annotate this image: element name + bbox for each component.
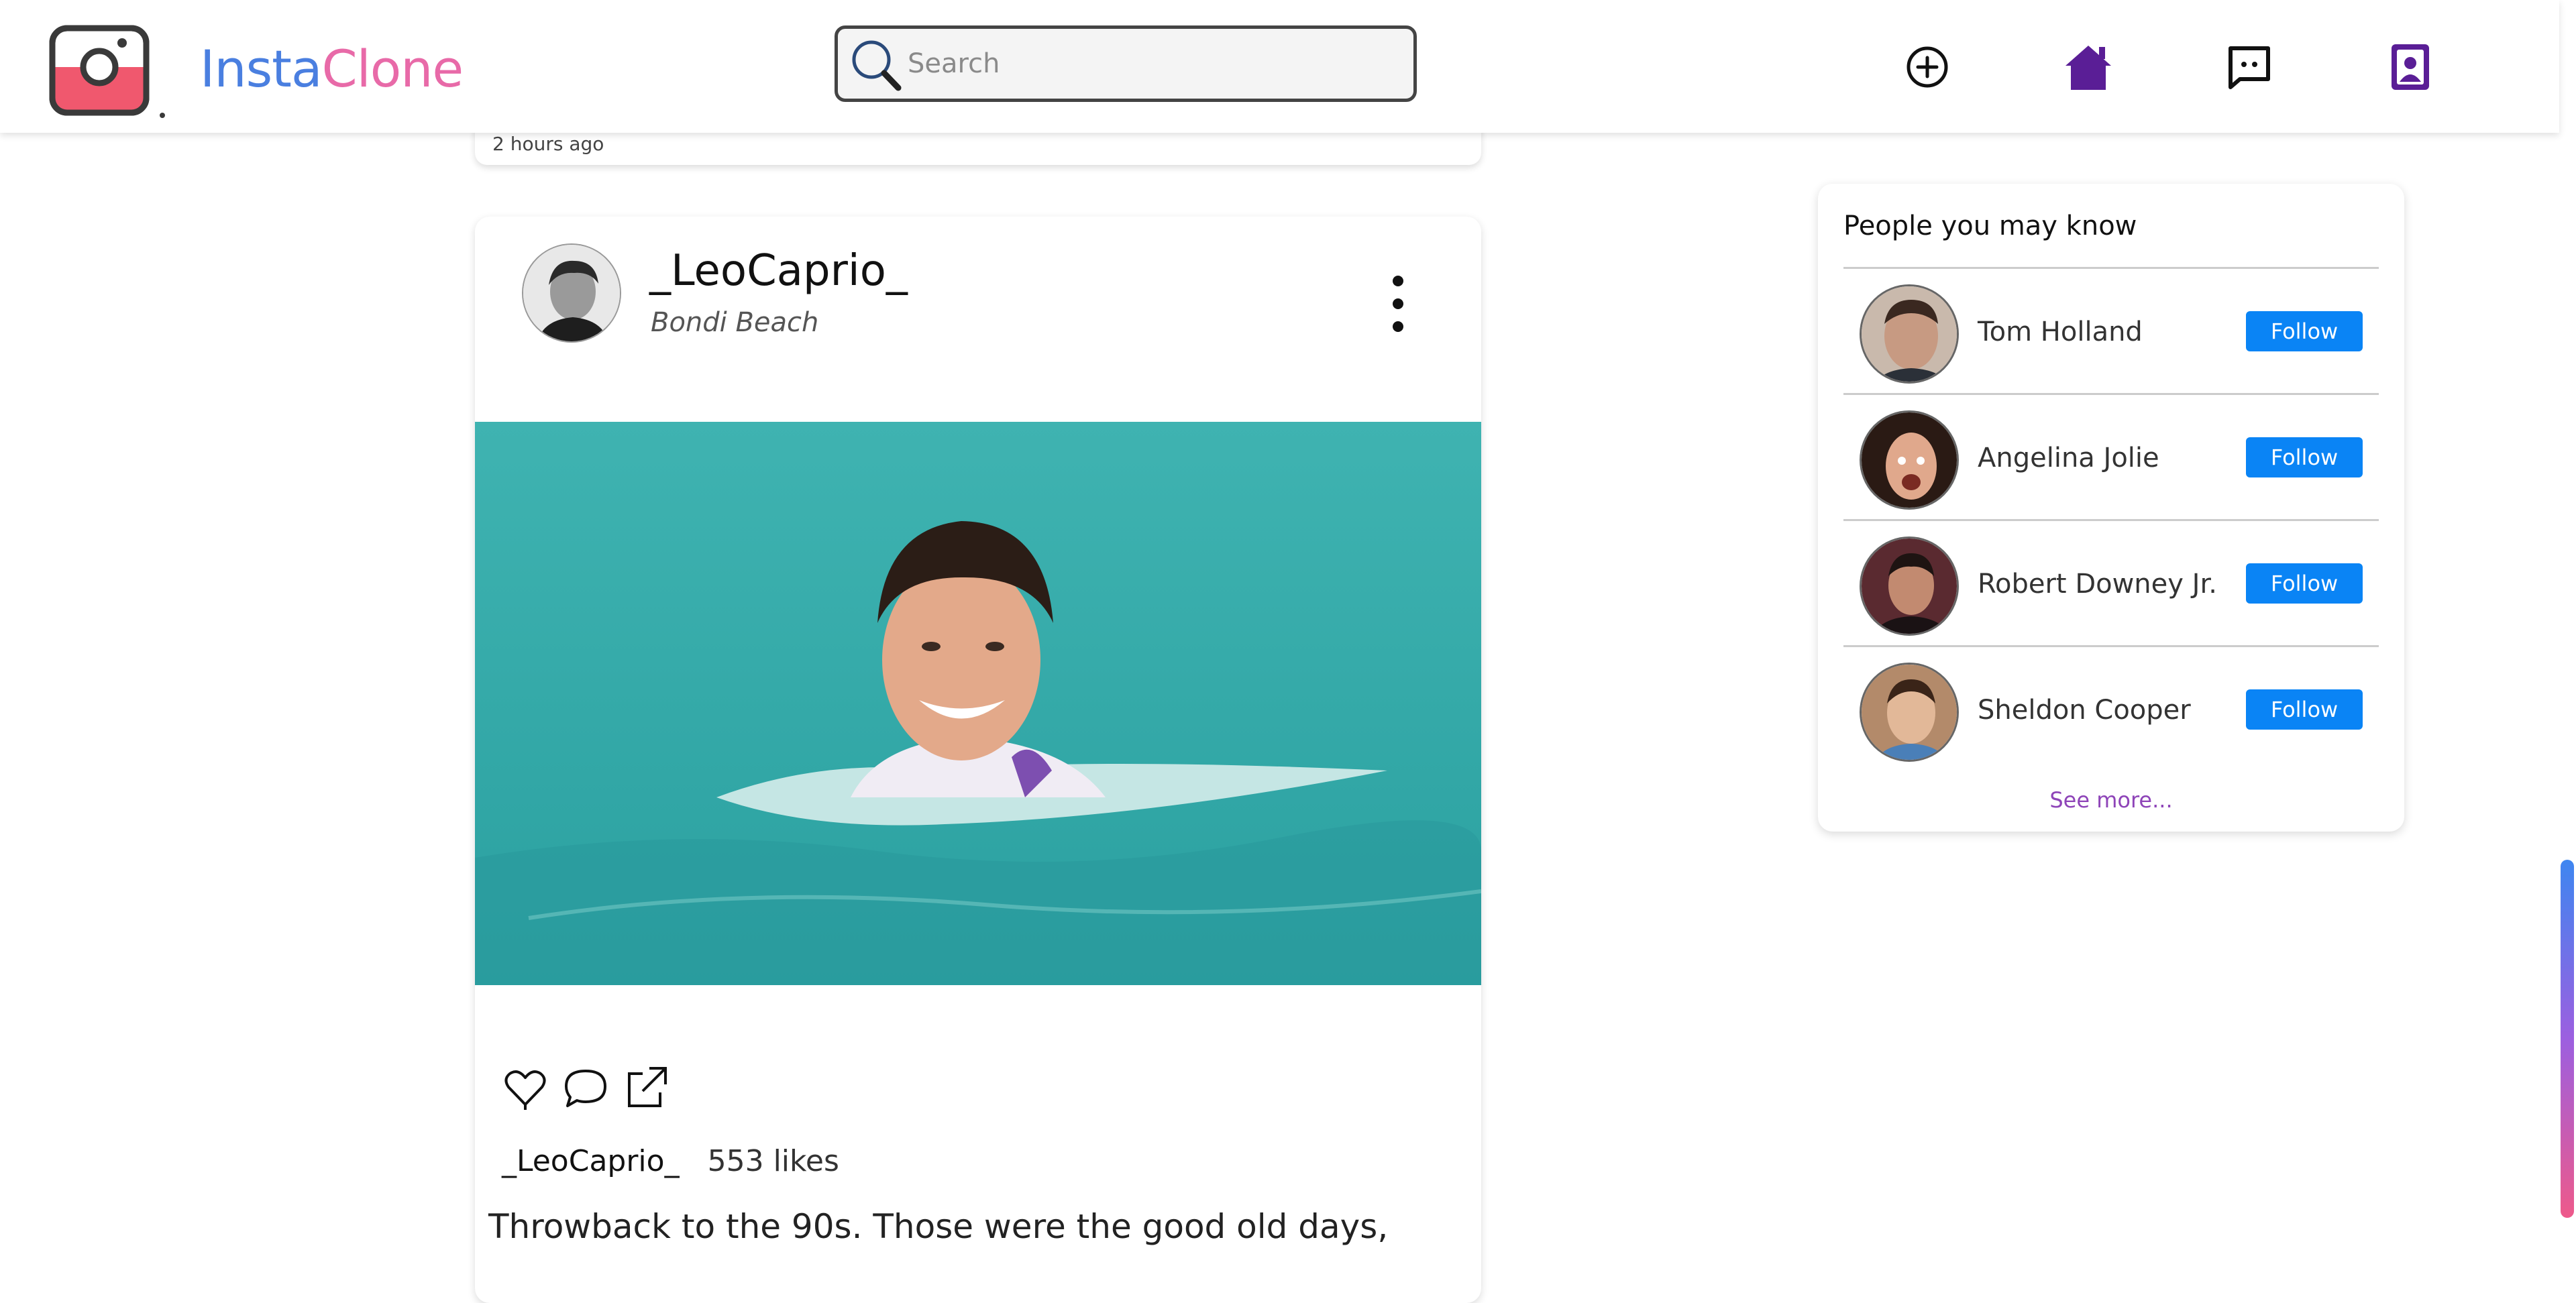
brand-part-clone: Clone [321,39,464,99]
follow-button[interactable]: Follow [2246,563,2363,604]
suggestion-item: Robert Downey Jr. Follow [1843,520,2379,644]
avatar[interactable] [1860,284,1959,384]
likes-row: _LeoCaprio_ 553 likes [502,1144,839,1178]
share-icon[interactable] [623,1064,669,1111]
post-card: _LeoCaprio_ Bondi Beach _LeoCaprio_ 553 … [475,217,1481,1303]
profile-icon[interactable] [2383,40,2437,94]
follow-button[interactable]: Follow [2246,311,2363,351]
suggestion-item: Tom Holland Follow [1843,268,2379,392]
follow-button[interactable]: Follow [2246,437,2363,477]
comment-icon[interactable] [562,1064,609,1111]
avatar[interactable] [1860,663,1959,762]
plus-circle-icon[interactable] [1900,40,1954,94]
like-heart-icon[interactable] [502,1064,549,1111]
suggestion-name[interactable]: Angelina Jolie [1978,443,2159,473]
suggestions-title: People you may know [1843,211,2137,241]
suggestion-name[interactable]: Sheldon Cooper [1978,695,2191,726]
follow-button[interactable]: Follow [2246,689,2363,730]
post-avatar[interactable] [522,243,621,343]
top-navbar: InstaClone [0,0,2559,133]
likes-count[interactable]: 553 likes [708,1144,839,1178]
suggestion-item: Sheldon Cooper Follow [1843,646,2379,770]
search-icon [852,40,902,91]
post-timestamp: 2 hours ago [492,133,604,155]
see-more-link[interactable]: See more... [1818,787,2404,813]
suggestion-name[interactable]: Robert Downey Jr. [1978,569,2217,600]
search-input[interactable] [906,41,1392,87]
brand-part-insta: Insta [200,39,323,99]
search-box[interactable] [835,25,1417,102]
avatar[interactable] [1860,410,1959,510]
suggestions-panel: People you may know Tom Holland Follow A… [1818,184,2404,832]
likes-username[interactable]: _LeoCaprio_ [502,1144,680,1178]
more-options-icon[interactable] [1378,270,1418,337]
suggestion-name[interactable]: Tom Holland [1978,317,2143,347]
brand-name[interactable]: InstaClone [200,39,464,99]
avatar[interactable] [1860,536,1959,636]
post-image[interactable] [475,422,1481,985]
scrollbar-thumb[interactable] [2561,860,2574,1218]
post-location[interactable]: Bondi Beach [651,307,818,338]
home-icon[interactable] [2061,40,2115,94]
post-username[interactable]: _LeoCaprio_ [649,246,908,296]
post-caption: Throwback to the 90s. Those were the goo… [488,1207,1389,1246]
camera-logo-icon[interactable] [48,23,169,120]
chat-icon[interactable] [2222,40,2276,94]
suggestion-item: Angelina Jolie Follow [1843,394,2379,518]
